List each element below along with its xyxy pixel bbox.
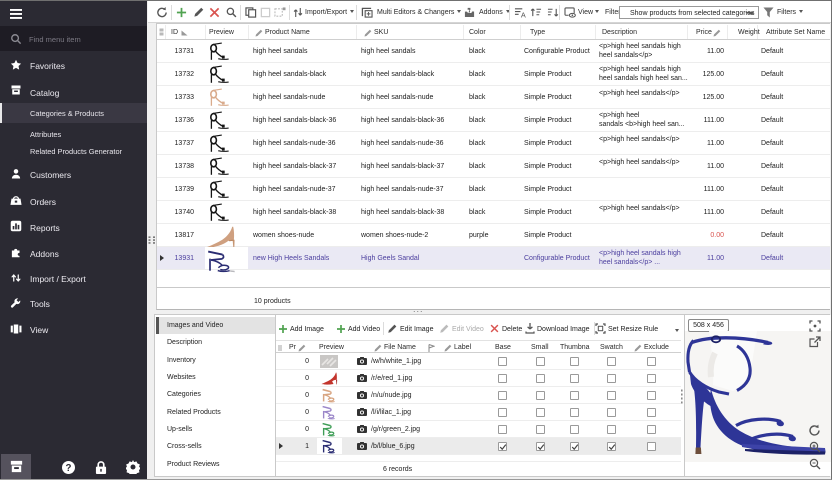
svg-text:?: ? — [66, 463, 72, 474]
svg-text:A: A — [521, 11, 526, 18]
